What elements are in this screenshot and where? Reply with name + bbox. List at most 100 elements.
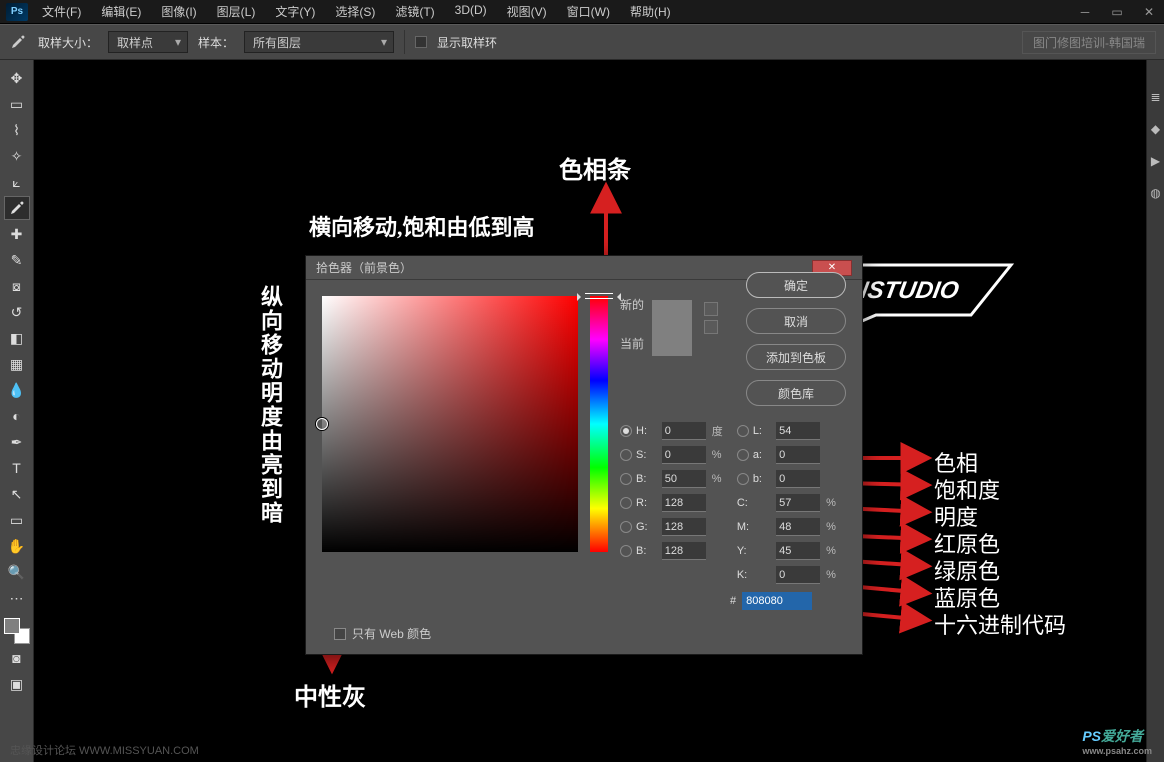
a-input[interactable]	[776, 446, 820, 464]
g-input[interactable]	[662, 518, 706, 536]
minimize-icon[interactable]: ─	[1070, 2, 1100, 22]
add-swatch-button[interactable]: 添加到色板	[746, 344, 846, 370]
l-radio[interactable]: L:	[737, 425, 772, 437]
sv-field[interactable]	[322, 296, 578, 552]
gamut-warning-icon[interactable]	[704, 302, 718, 316]
menu-file[interactable]: 文件(F)	[34, 0, 89, 23]
menu-edit[interactable]: 编辑(E)	[93, 0, 149, 23]
menu-window[interactable]: 窗口(W)	[559, 0, 618, 23]
tool-gradient[interactable]: ▦	[4, 352, 30, 376]
panel-icon-1[interactable]: ≣	[1150, 90, 1160, 104]
sample-dropdown[interactable]: 所有图层	[244, 31, 394, 53]
maximize-icon[interactable]: ▭	[1102, 2, 1132, 22]
menu-select[interactable]: 选择(S)	[327, 0, 383, 23]
tool-dodge[interactable]: ◐	[4, 404, 30, 428]
anno-vertical: 纵向移动明度由亮到暗	[254, 285, 286, 525]
b-input[interactable]	[776, 470, 820, 488]
menu-view[interactable]: 视图(V)	[499, 0, 555, 23]
c-label: C:	[737, 497, 772, 509]
h-input[interactable]	[662, 422, 706, 440]
show-ring-checkbox[interactable]	[415, 36, 427, 48]
hex-hash: #	[730, 595, 736, 607]
tool-move[interactable]: ✥	[4, 66, 30, 90]
m-input[interactable]	[776, 518, 820, 536]
color-lib-button[interactable]: 颜色库	[746, 380, 846, 406]
sv-cursor[interactable]	[316, 418, 328, 430]
tool-crop[interactable]: ⟀	[4, 170, 30, 194]
sample-label: 样本：	[198, 34, 234, 51]
bc-input[interactable]	[662, 542, 706, 560]
tool-marquee[interactable]: ▭	[4, 92, 30, 116]
r-input[interactable]	[662, 494, 706, 512]
hex-input[interactable]	[742, 592, 812, 610]
web-only-checkbox[interactable]: 只有 Web 颜色	[334, 625, 431, 642]
quickmask-icon[interactable]: ◙	[4, 646, 30, 670]
k-input[interactable]	[776, 566, 820, 584]
current-color	[652, 328, 692, 356]
screenmode-icon[interactable]: ▣	[4, 672, 30, 696]
r-radio[interactable]: R:	[620, 497, 658, 509]
ok-button[interactable]: 确定	[746, 272, 846, 298]
window-controls: ─ ▭ ✕	[1070, 2, 1164, 22]
bc-radio[interactable]: B:	[620, 545, 658, 557]
sample-size-dropdown[interactable]: 取样点	[108, 31, 188, 53]
g-radio[interactable]: G:	[620, 521, 658, 533]
tool-zoom[interactable]: 🔍	[4, 560, 30, 584]
menu-filter[interactable]: 滤镜(T)	[387, 0, 442, 23]
panel-icon-3[interactable]: ▶	[1151, 154, 1160, 168]
picker-title-text: 拾色器（前景色）	[316, 259, 412, 276]
close-icon[interactable]: ✕	[1134, 2, 1164, 22]
tool-stamp[interactable]: ⧇	[4, 274, 30, 298]
tool-shape[interactable]: ▭	[4, 508, 30, 532]
checkbox-icon[interactable]	[334, 628, 346, 640]
tool-pen[interactable]: ✒	[4, 430, 30, 454]
sample-value: 所有图层	[253, 34, 301, 51]
menu-3d[interactable]: 3D(D)	[447, 0, 495, 23]
y-input[interactable]	[776, 542, 820, 560]
menu-image[interactable]: 图像(I)	[153, 0, 204, 23]
tool-history[interactable]: ↺	[4, 300, 30, 324]
cancel-button[interactable]: 取消	[746, 308, 846, 334]
tool-brush[interactable]: ✎	[4, 248, 30, 272]
hue-slider-thumb[interactable]	[585, 293, 613, 299]
foreground-color[interactable]	[4, 618, 20, 634]
tool-eyedropper[interactable]	[4, 196, 30, 220]
s-radio[interactable]: S:	[620, 449, 658, 461]
color-picker-dialog: 拾色器（前景色） ✕ 新的 当前	[305, 255, 863, 655]
c-input[interactable]	[776, 494, 820, 512]
tool-hand[interactable]: ✋	[4, 534, 30, 558]
color-swatch[interactable]	[4, 618, 30, 644]
menu-layer[interactable]: 图层(L)	[209, 0, 264, 23]
l-input[interactable]	[776, 422, 820, 440]
a-radio[interactable]: a:	[737, 449, 772, 461]
tool-wand[interactable]: ✧	[4, 144, 30, 168]
tool-more[interactable]: ⋯	[4, 586, 30, 610]
bv-input[interactable]	[662, 470, 706, 488]
bv-radio[interactable]: B:	[620, 473, 658, 485]
tool-path[interactable]: ↖	[4, 482, 30, 506]
m-label: M:	[737, 521, 772, 533]
menu-help[interactable]: 帮助(H)	[622, 0, 679, 23]
tool-type[interactable]: T	[4, 456, 30, 480]
b-radio[interactable]: b:	[737, 473, 772, 485]
s-unit: %	[710, 449, 733, 461]
k-unit: %	[824, 569, 846, 581]
s-input[interactable]	[662, 446, 706, 464]
y-unit: %	[824, 545, 846, 557]
ps-logo: Ps	[6, 3, 28, 21]
bv-unit: %	[710, 473, 733, 485]
tool-eraser[interactable]: ◧	[4, 326, 30, 350]
panel-icon-2[interactable]: ◆	[1151, 122, 1160, 136]
tool-heal[interactable]: ✚	[4, 222, 30, 246]
hue-slider[interactable]	[590, 296, 608, 552]
tool-lasso[interactable]: ⌇	[4, 118, 30, 142]
tool-blur[interactable]: 💧	[4, 378, 30, 402]
new-current-swatch	[652, 300, 692, 356]
new-color	[652, 300, 692, 328]
h-radio[interactable]: H:	[620, 425, 658, 437]
websafe-warning-icon[interactable]	[704, 320, 718, 334]
panel-icon-4[interactable]: ◍	[1150, 186, 1160, 200]
options-bar: 取样大小： 取样点 样本： 所有图层 显示取样环 图门修图培训-韩国瑞	[0, 24, 1164, 60]
sample-size-label: 取样大小：	[38, 34, 98, 51]
menu-type[interactable]: 文字(Y)	[267, 0, 323, 23]
